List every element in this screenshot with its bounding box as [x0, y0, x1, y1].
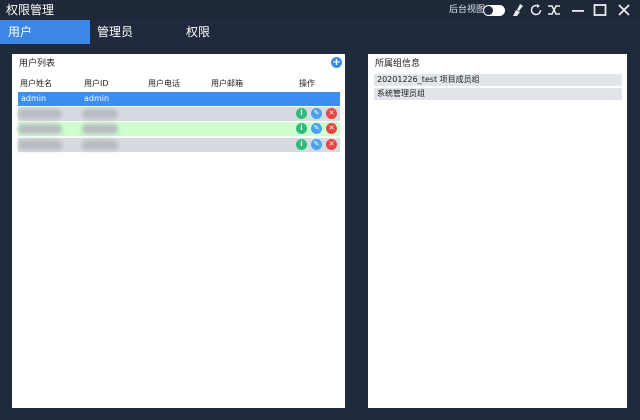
toggle-knob	[484, 6, 493, 15]
maximize-icon[interactable]	[592, 2, 608, 18]
minimize-icon[interactable]	[570, 2, 586, 18]
table-row[interactable]: i ✎ ✕	[18, 107, 340, 121]
add-user-button[interactable]: +	[331, 57, 342, 68]
column-header-name: 用户姓名	[20, 79, 52, 88]
close-icon[interactable]	[616, 2, 632, 18]
refresh-icon[interactable]	[528, 2, 544, 18]
tab-admins[interactable]: 管理员	[97, 20, 133, 44]
blurred-id	[82, 109, 118, 119]
broom-icon[interactable]	[510, 2, 526, 18]
column-header-email: 用户邮箱	[211, 79, 243, 88]
edit-icon[interactable]: ✎	[311, 139, 322, 150]
group-info-title: 所属组信息	[375, 59, 421, 69]
background-view-label: 后台视图	[449, 5, 486, 15]
tab-permissions[interactable]: 权限	[186, 20, 210, 44]
info-icon[interactable]: i	[296, 123, 307, 134]
column-header-actions: 操作	[299, 79, 315, 88]
tab-bar: 用户 管理员 权限	[0, 20, 640, 44]
title-bar: 权限管理 后台视图	[0, 0, 640, 20]
info-icon[interactable]: i	[296, 139, 307, 150]
plus-icon: +	[332, 57, 341, 68]
shuffle-icon[interactable]	[546, 2, 562, 18]
delete-icon[interactable]: ✕	[326, 139, 337, 150]
group-info-panel: 所属组信息 20201226_test 项目成员组 系统管理员组	[368, 54, 627, 408]
cell-name: admin	[21, 94, 47, 103]
blurred-name	[18, 124, 62, 134]
blurred-name	[18, 140, 62, 150]
delete-icon[interactable]: ✕	[326, 108, 337, 119]
tab-users[interactable]: 用户	[0, 20, 90, 44]
table-row[interactable]: admin admin	[18, 92, 340, 106]
table-header: 用户姓名 用户ID 用户电话 用户邮箱 操作	[18, 78, 340, 90]
column-header-id: 用户ID	[84, 79, 109, 88]
user-list-panel: 用户列表 + 用户姓名 用户ID 用户电话 用户邮箱 操作 admin admi…	[12, 54, 345, 408]
list-item[interactable]: 系统管理员组	[374, 88, 622, 100]
info-icon[interactable]: i	[296, 108, 307, 119]
blurred-id	[82, 140, 118, 150]
user-list-title: 用户列表	[19, 59, 56, 69]
column-header-phone: 用户电话	[148, 79, 180, 88]
edit-icon[interactable]: ✎	[311, 123, 322, 134]
delete-icon[interactable]: ✕	[326, 123, 337, 134]
cell-id: admin	[84, 94, 110, 103]
background-view-toggle[interactable]	[483, 5, 505, 16]
table-row[interactable]: i ✎ ✕	[18, 138, 340, 152]
edit-icon[interactable]: ✎	[311, 108, 322, 119]
blurred-id	[82, 124, 118, 134]
blurred-name	[18, 109, 62, 119]
table-row[interactable]: i ✎ ✕	[18, 122, 340, 136]
window-title: 权限管理	[6, 3, 55, 17]
list-item[interactable]: 20201226_test 项目成员组	[374, 74, 622, 86]
